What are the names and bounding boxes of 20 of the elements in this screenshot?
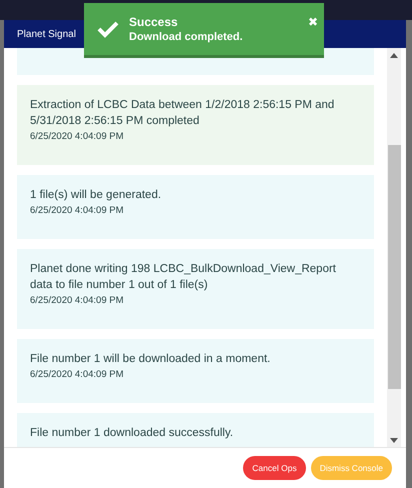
timestamp: 6/25/2020 4:04:09 PM	[30, 369, 124, 380]
message-text: Planet done writing 198 LCBC_BulkDownload_View_Report data to file number 1 out of 1 file(s)	[30, 262, 338, 293]
cancel-button[interactable]: Cancel Ops	[243, 456, 306, 480]
scrollbar-thumb[interactable]	[388, 145, 400, 389]
message-text: Extraction of LCBC Data between 1/2/2018 2:56:15 PM and 5/31/2018 2:56:15 PM completed	[30, 98, 336, 129]
message-text: File number 1 downloaded successfully.	[30, 426, 234, 441]
timestamp: 6/25/2020 4:04:09 PM	[30, 295, 124, 306]
scroll-up-icon[interactable]	[390, 53, 398, 58]
dismiss-button[interactable]: Dismiss Console	[310, 456, 392, 480]
scrollbar[interactable]	[387, 48, 401, 447]
message-text: 1 file(s) will be generated.	[30, 188, 162, 203]
close-button[interactable]: ✖	[308, 15, 318, 29]
timestamp: 6/25/2020 4:04:09 PM	[30, 205, 124, 216]
toast-message: Download completed.	[129, 31, 243, 43]
dialog-title: Planet Signal	[17, 28, 76, 40]
scroll-down-icon[interactable]	[390, 438, 398, 443]
message-text: File number 1 will be downloaded in a moment.	[30, 352, 272, 367]
timestamp: 6/25/2020 4:04:09 PM	[30, 131, 124, 142]
checkmark-icon	[97, 20, 119, 38]
toast-title: Success	[129, 15, 179, 29]
